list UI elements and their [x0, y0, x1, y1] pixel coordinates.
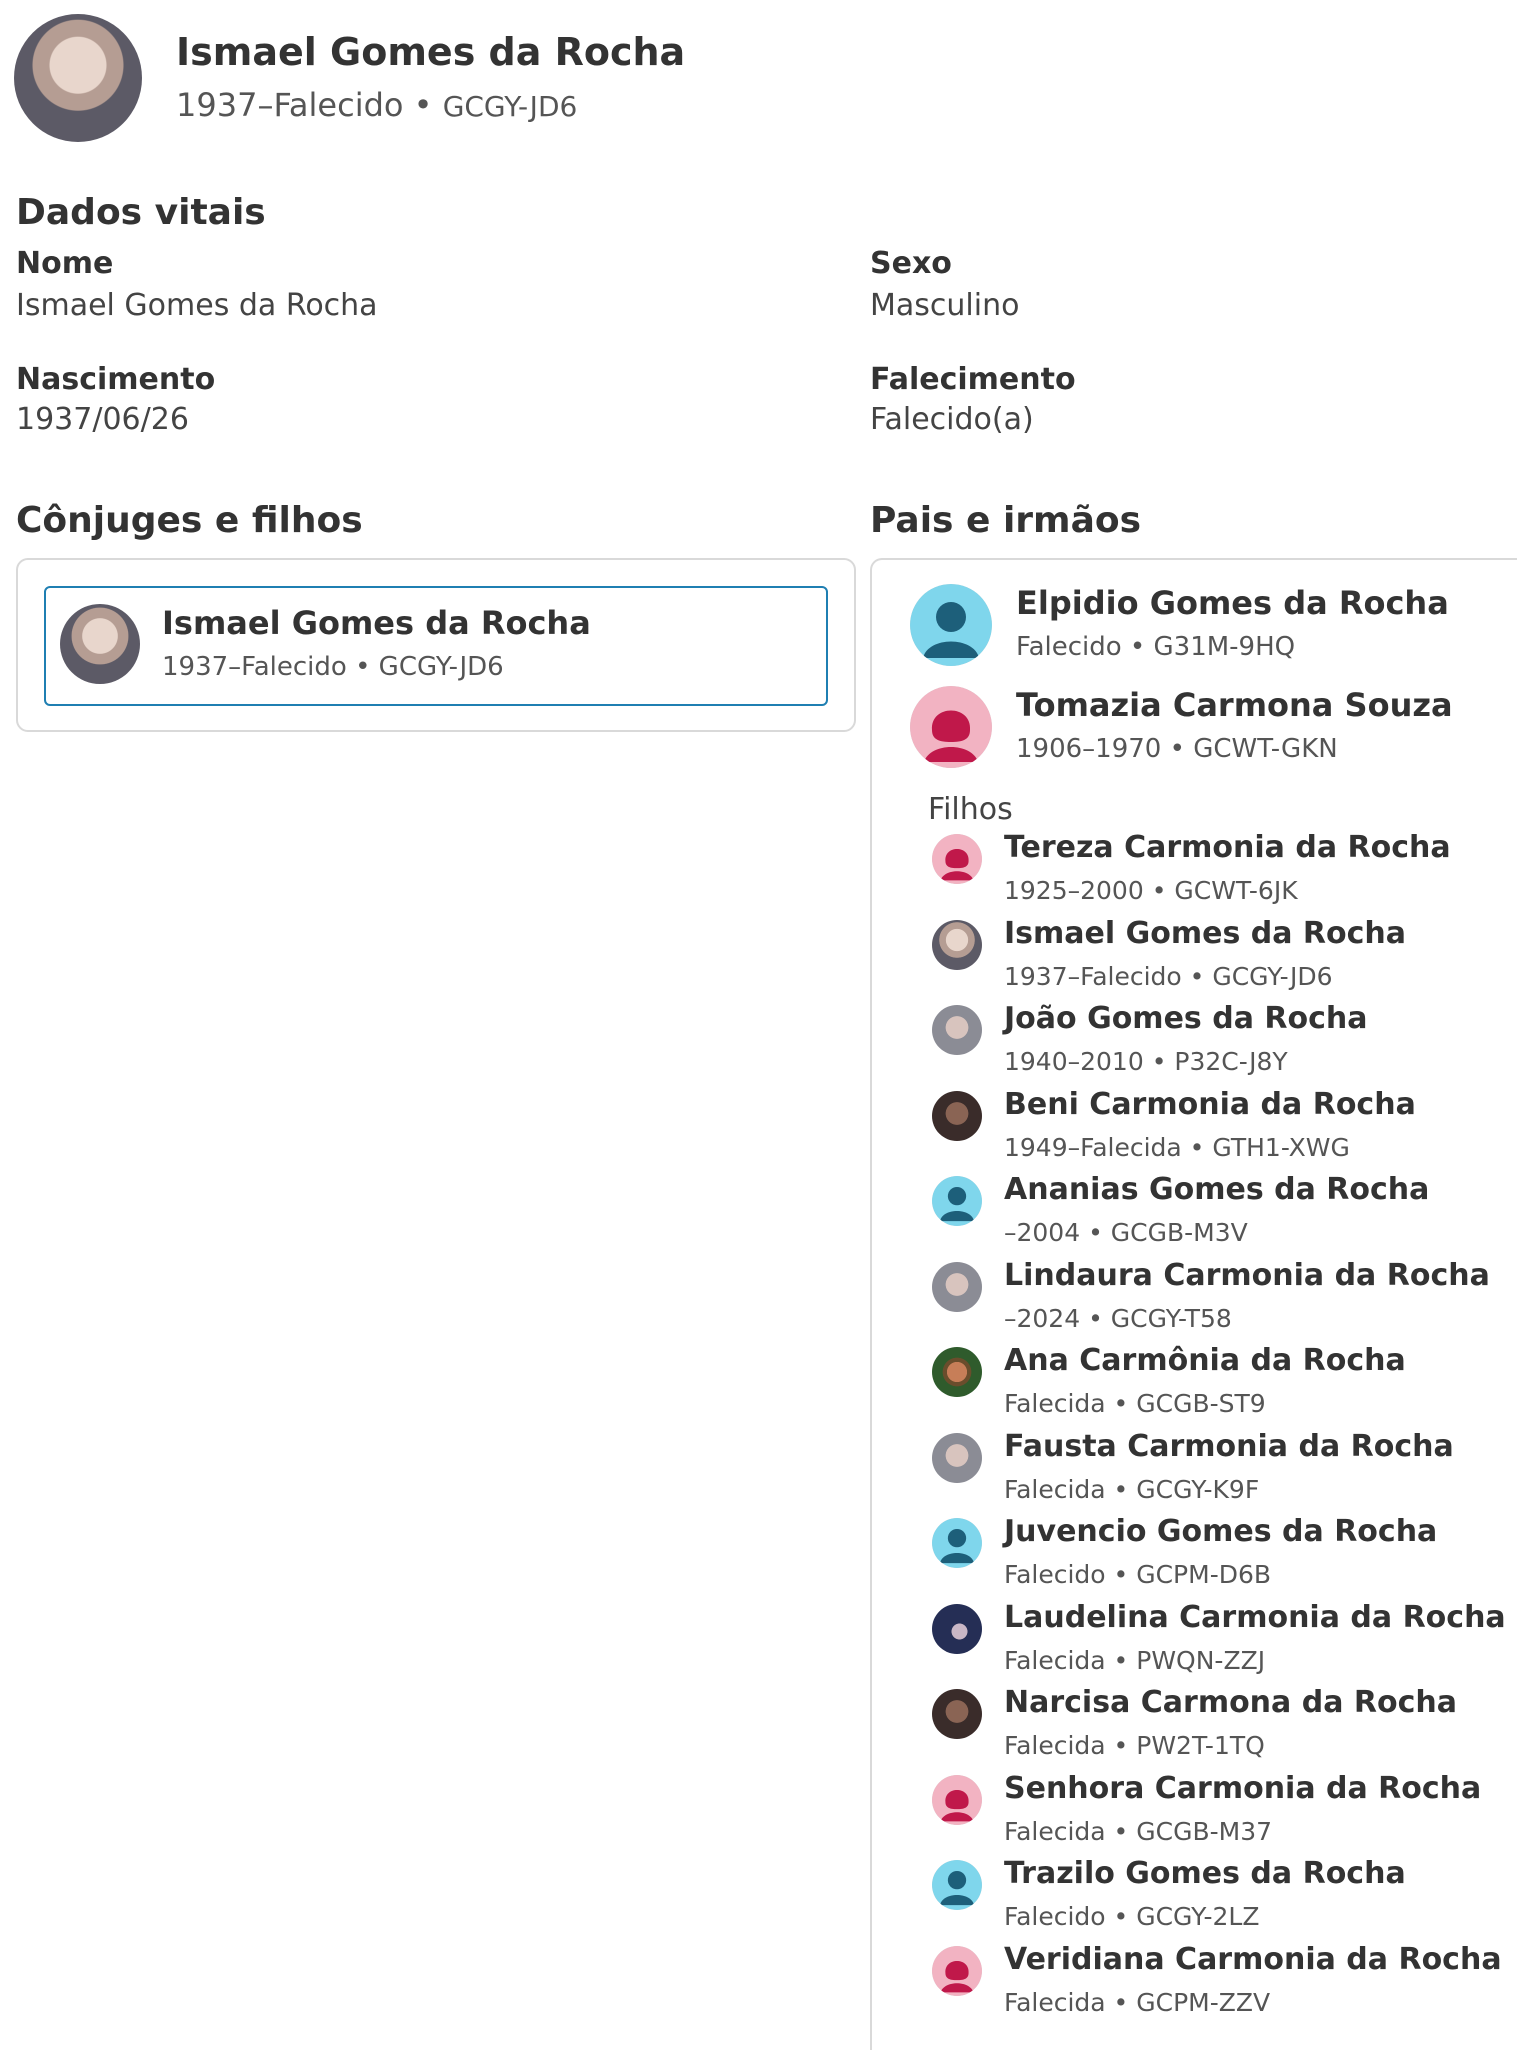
profile-lifespan: 1937–Falecido — [176, 86, 404, 124]
name-value: Ismael Gomes da Rocha — [16, 288, 378, 323]
parents-title: Pais e irmãos — [870, 500, 1142, 541]
child-name[interactable]: Lindaura Carmonia da Rocha — [1004, 1258, 1490, 1293]
child-meta: 1937–Falecido • GCGY-JD6 — [1004, 962, 1333, 991]
child-name[interactable]: Ana Carmônia da Rocha — [1004, 1343, 1406, 1378]
mother-name[interactable]: Tomazia Carmona Souza — [1016, 686, 1453, 724]
spouses-title: Cônjuges e filhos — [16, 500, 363, 541]
sex-label: Sexo — [870, 246, 952, 281]
child-name[interactable]: João Gomes da Rocha — [1004, 1001, 1367, 1036]
child-photo-avatar — [932, 1604, 982, 1654]
child-meta: Falecida • GCGB-ST9 — [1004, 1389, 1266, 1418]
profile-id: GCGY-JD6 — [442, 90, 578, 123]
male-silhouette-icon — [932, 1860, 982, 1910]
children-label: Filhos — [928, 792, 1013, 827]
child-meta: Falecida • PWQN-ZZJ — [1004, 1646, 1266, 1675]
child-meta: –2024 • GCGY-T58 — [1004, 1304, 1232, 1333]
spouse-name[interactable]: Ismael Gomes da Rocha — [162, 604, 591, 642]
spouse-meta: 1937–Falecido • GCGY-JD6 — [162, 652, 504, 682]
child-meta: Falecida • GCGY-K9F — [1004, 1475, 1260, 1504]
child-photo-avatar — [932, 1005, 982, 1055]
child-name[interactable]: Ananias Gomes da Rocha — [1004, 1172, 1429, 1207]
male-silhouette-icon — [932, 1518, 982, 1568]
profile-name: Ismael Gomes da Rocha — [176, 30, 686, 74]
sex-value: Masculino — [870, 288, 1020, 323]
child-name[interactable]: Fausta Carmonia da Rocha — [1004, 1429, 1454, 1464]
child-photo-avatar — [932, 1433, 982, 1483]
child-name[interactable]: Tereza Carmonia da Rocha — [1004, 830, 1451, 865]
profile-avatar[interactable] — [14, 14, 142, 142]
father-meta: Falecido • G31M-9HQ — [1016, 632, 1296, 662]
female-silhouette-icon — [932, 1946, 982, 1996]
child-name[interactable]: Trazilo Gomes da Rocha — [1004, 1856, 1406, 1891]
child-meta: 1925–2000 • GCWT-6JK — [1004, 876, 1298, 905]
female-silhouette-icon — [910, 686, 992, 768]
name-label: Nome — [16, 246, 114, 281]
male-silhouette-icon — [910, 584, 992, 666]
female-silhouette-icon — [932, 1775, 982, 1825]
spouse-family-card[interactable]: Ismael Gomes da Rocha 1937–Falecido • GC… — [44, 586, 828, 706]
child-meta: 1949–Falecida • GTH1-XWG — [1004, 1133, 1350, 1162]
death-label: Falecimento — [870, 362, 1076, 397]
child-photo-avatar — [932, 1347, 982, 1397]
death-value: Falecido(a) — [870, 402, 1034, 437]
child-name[interactable]: Juvencio Gomes da Rocha — [1004, 1514, 1437, 1549]
child-name[interactable]: Ismael Gomes da Rocha — [1004, 916, 1406, 951]
father-name[interactable]: Elpidio Gomes da Rocha — [1016, 584, 1449, 622]
child-meta: Falecido • GCPM-D6B — [1004, 1560, 1272, 1589]
female-silhouette-icon — [932, 834, 982, 884]
child-name[interactable]: Beni Carmonia da Rocha — [1004, 1087, 1416, 1122]
profile-lifespan-line: 1937–Falecido • GCGY-JD6 — [176, 86, 578, 124]
child-name[interactable]: Senhora Carmonia da Rocha — [1004, 1771, 1481, 1806]
spouse-avatar — [60, 604, 140, 684]
child-photo-avatar — [932, 1091, 982, 1141]
birth-label: Nascimento — [16, 362, 216, 397]
vital-data-title: Dados vitais — [16, 192, 266, 233]
child-photo-avatar — [932, 1689, 982, 1739]
child-meta: –2004 • GCGB-M3V — [1004, 1218, 1248, 1247]
child-name[interactable]: Veridiana Carmonia da Rocha — [1004, 1942, 1502, 1977]
birth-value: 1937/06/26 — [16, 402, 189, 437]
child-name[interactable]: Narcisa Carmona da Rocha — [1004, 1685, 1457, 1720]
child-meta: Falecida • GCPM-ZZV — [1004, 1988, 1271, 2017]
mother-meta: 1906–1970 • GCWT-GKN — [1016, 734, 1338, 764]
child-meta: 1940–2010 • P32C-J8Y — [1004, 1047, 1288, 1076]
child-meta: Falecido • GCGY-2LZ — [1004, 1902, 1260, 1931]
child-meta: Falecida • PW2T-1TQ — [1004, 1731, 1265, 1760]
male-silhouette-icon — [932, 1176, 982, 1226]
child-meta: Falecida • GCGB-M37 — [1004, 1817, 1273, 1846]
child-photo-avatar — [932, 920, 982, 970]
child-photo-avatar — [932, 1262, 982, 1312]
child-name[interactable]: Laudelina Carmonia da Rocha — [1004, 1600, 1506, 1635]
